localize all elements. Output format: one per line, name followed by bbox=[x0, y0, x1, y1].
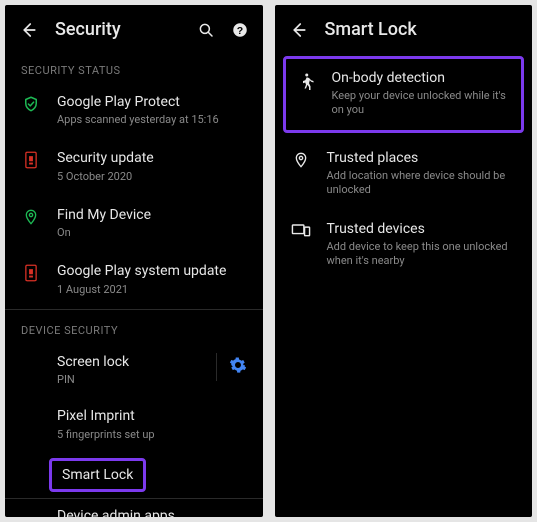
location-pin-icon bbox=[21, 206, 41, 226]
security-settings-screen: Security ? SECURITY STATUS Google Play P… bbox=[5, 5, 263, 517]
row-find-my-device[interactable]: Find My Device On bbox=[5, 196, 263, 252]
row-pixel-imprint[interactable]: Pixel Imprint 5 fingerprints set up bbox=[5, 399, 263, 451]
row-sub: 5 fingerprints set up bbox=[57, 428, 247, 442]
update-alert-icon bbox=[21, 149, 41, 169]
row-title: Device admin apps bbox=[57, 507, 247, 517]
row-sub: Add device to keep this one unlocked whe… bbox=[327, 240, 517, 269]
row-title: Find My Device bbox=[57, 206, 247, 224]
row-title: Trusted places bbox=[327, 149, 517, 167]
row-screen-lock[interactable]: Screen lock PIN bbox=[5, 343, 263, 399]
system-update-alert-icon bbox=[21, 262, 41, 282]
row-sub: Apps scanned yesterday at 15:16 bbox=[57, 113, 247, 127]
row-smart-lock[interactable]: Smart Lock bbox=[49, 458, 146, 492]
gear-icon[interactable] bbox=[229, 356, 247, 378]
search-icon[interactable] bbox=[197, 21, 215, 39]
smart-lock-screen: Smart Lock On-body detection Keep your d… bbox=[275, 5, 533, 517]
row-play-protect[interactable]: Google Play Protect Apps scanned yesterd… bbox=[5, 83, 263, 139]
back-icon[interactable] bbox=[19, 21, 37, 39]
section-header-device-security: DEVICE SECURITY bbox=[5, 310, 263, 343]
row-trusted-places[interactable]: Trusted places Add location where device… bbox=[275, 139, 533, 210]
walking-person-icon bbox=[296, 69, 316, 91]
row-security-update[interactable]: Security update 5 October 2020 bbox=[5, 139, 263, 195]
row-title: On-body detection bbox=[332, 69, 512, 87]
row-title: Pixel Imprint bbox=[57, 407, 247, 425]
row-title: Security update bbox=[57, 149, 247, 167]
section-header-security-status: SECURITY STATUS bbox=[5, 50, 263, 83]
row-sub: 5 October 2020 bbox=[57, 170, 247, 184]
row-device-admin-apps[interactable]: Device admin apps 1 active app bbox=[5, 499, 263, 517]
row-sub: Add location where device should be unlo… bbox=[327, 169, 517, 198]
shield-check-icon bbox=[21, 93, 41, 113]
svg-text:?: ? bbox=[236, 24, 242, 36]
app-bar: Smart Lock bbox=[275, 5, 533, 50]
row-trusted-devices[interactable]: Trusted devices Add device to keep this … bbox=[275, 210, 533, 281]
row-title: Google Play Protect bbox=[57, 93, 247, 111]
row-sub: PIN bbox=[57, 373, 192, 387]
row-system-update[interactable]: Google Play system update 1 August 2021 bbox=[5, 252, 263, 308]
page-title: Smart Lock bbox=[325, 19, 519, 40]
row-title: Trusted devices bbox=[327, 220, 517, 238]
row-on-body-detection[interactable]: On-body detection Keep your device unloc… bbox=[283, 56, 525, 133]
location-pin-icon bbox=[291, 149, 311, 169]
row-sub: 1 August 2021 bbox=[57, 283, 247, 297]
devices-icon bbox=[291, 220, 311, 238]
back-icon[interactable] bbox=[289, 21, 307, 39]
app-bar: Security ? bbox=[5, 5, 263, 50]
divider bbox=[216, 353, 217, 381]
help-icon[interactable]: ? bbox=[231, 21, 249, 39]
row-sub: Keep your device unlocked while it's on … bbox=[332, 89, 512, 118]
page-title: Security bbox=[55, 19, 179, 40]
row-title: Screen lock bbox=[57, 353, 192, 371]
row-sub: On bbox=[57, 226, 247, 240]
row-title: Google Play system update bbox=[57, 262, 247, 280]
row-title: Smart Lock bbox=[62, 467, 133, 483]
